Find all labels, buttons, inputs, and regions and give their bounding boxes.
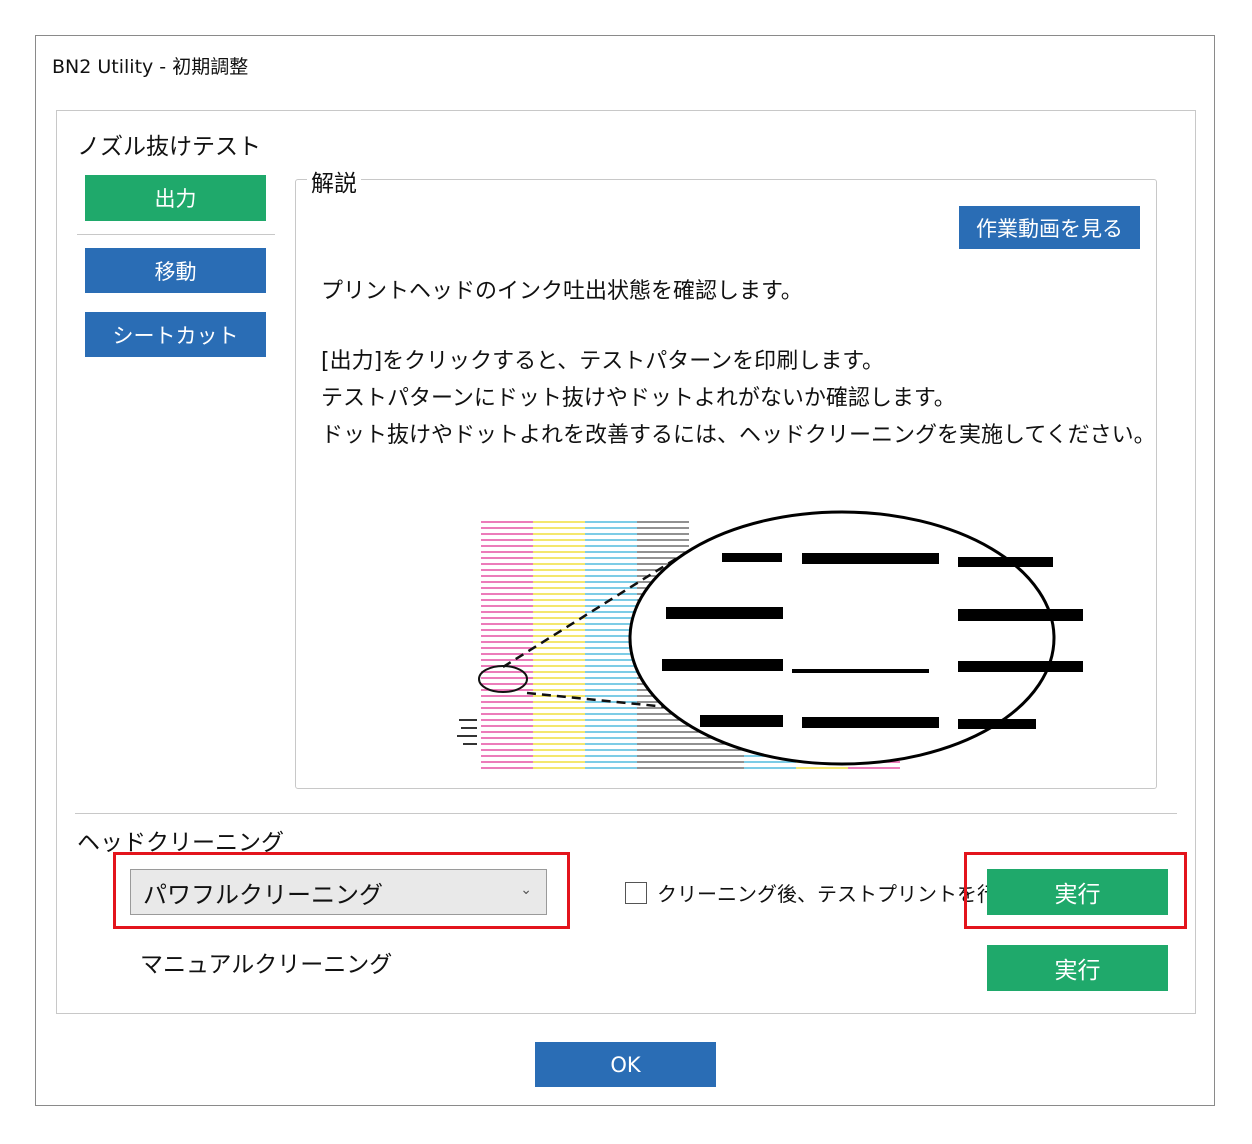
left-divider <box>77 234 275 235</box>
pattern-magenta-column <box>481 517 533 769</box>
highlight-box-select <box>113 852 570 929</box>
explanation-line-1: プリントヘッドのインク吐出状態を確認します。 <box>321 279 803 304</box>
highlight-box-execute <box>964 852 1187 929</box>
output-button[interactable]: 出力 <box>85 175 266 221</box>
main-panel: ノズル抜けテスト 出力 移動 シートカット 解説 作業動画を見る プリントヘッド… <box>56 110 1196 1014</box>
test-print-checkbox-row[interactable]: クリーニング後、テストプリントを行う <box>625 878 1017 907</box>
test-print-checkbox-label: クリーニング後、テストプリントを行う <box>657 882 1017 906</box>
ok-button[interactable]: OK <box>535 1042 716 1087</box>
watch-video-button[interactable]: 作業動画を見る <box>959 206 1140 249</box>
explanation-line-3: テストパターンにドット抜けやドットよれがないか確認します。 <box>321 386 956 411</box>
pattern-marks <box>457 719 477 745</box>
explanation-line-4: ドット抜けやドットよれを改善するには、ヘッドクリーニングを実施してください。 <box>321 423 1156 448</box>
test-print-checkbox[interactable] <box>625 881 647 904</box>
test-pattern-illustration <box>457 510 1083 769</box>
move-button[interactable]: 移動 <box>85 248 266 293</box>
manual-cleaning-label: マニュアルクリーニング <box>140 952 393 978</box>
execute-manual-cleaning-button[interactable]: 実行 <box>987 945 1168 991</box>
nozzle-test-label: ノズル抜けテスト <box>77 134 261 160</box>
sheet-cut-button[interactable]: シートカット <box>85 312 266 357</box>
dialog-window: BN2 Utility - 初期調整 ノズル抜けテスト 出力 移動 シートカット… <box>35 35 1215 1106</box>
section-divider <box>75 813 1177 814</box>
window-title: BN2 Utility - 初期調整 <box>52 56 249 78</box>
explanation-line-2: [出力]をクリックすると、テストパターンを印刷します。 <box>321 349 884 374</box>
explanation-legend: 解説 <box>307 164 361 198</box>
pattern-yellow-column <box>533 517 585 769</box>
